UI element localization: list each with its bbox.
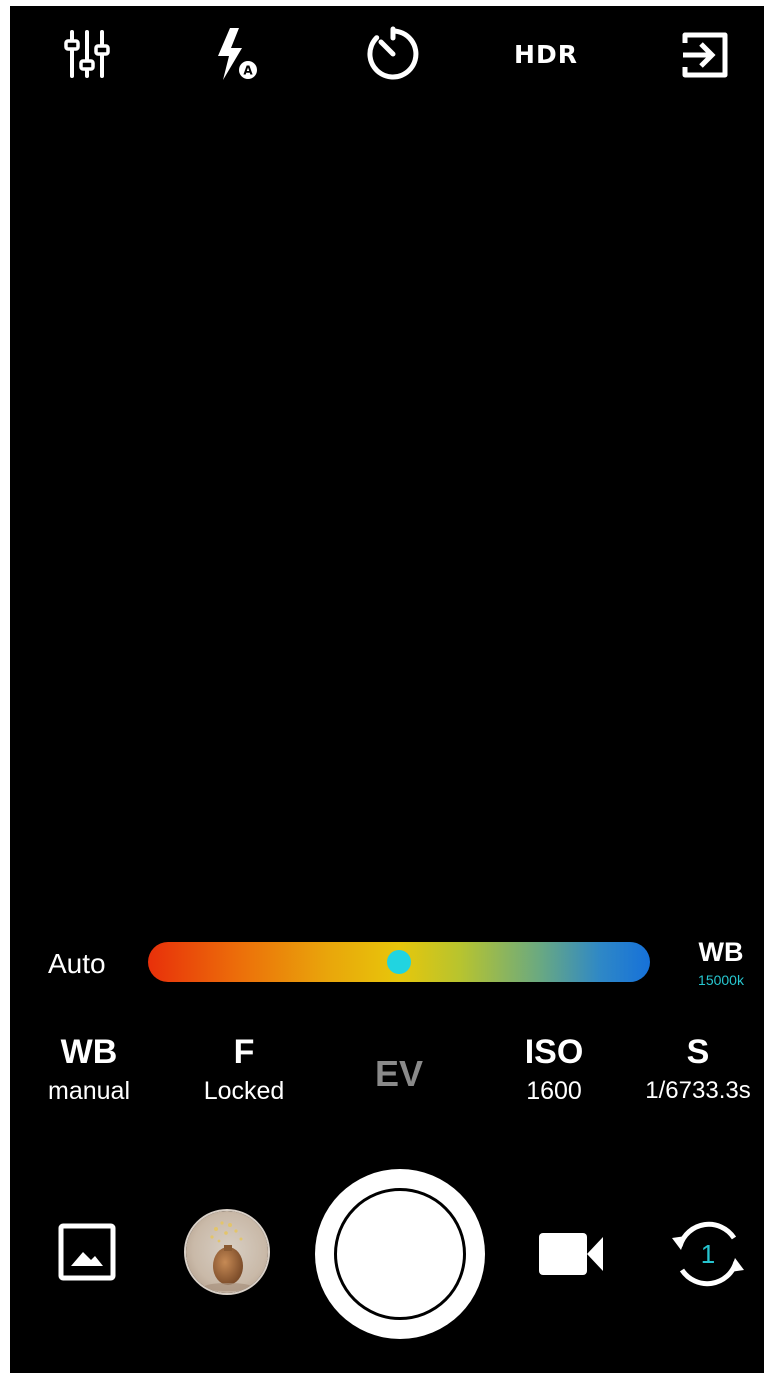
flash-auto-icon[interactable]: A xyxy=(207,24,267,84)
wb-readout-title: WB xyxy=(698,937,744,967)
param-iso[interactable]: ISO 1600 xyxy=(479,1031,629,1107)
param-wb-name: WB xyxy=(60,1033,118,1071)
shutter-button[interactable] xyxy=(315,1169,485,1339)
timer-icon[interactable] xyxy=(363,24,423,84)
wb-auto-button[interactable]: Auto xyxy=(48,948,106,980)
sliders-icon[interactable] xyxy=(57,24,117,84)
bottom-bar: 1 xyxy=(10,1166,764,1341)
wb-readout-value: 15000k xyxy=(698,972,744,988)
param-f[interactable]: F Locked xyxy=(169,1031,319,1107)
exit-icon[interactable] xyxy=(674,24,734,84)
param-wb[interactable]: WB manual xyxy=(14,1031,164,1107)
video-camera-icon[interactable] xyxy=(536,1226,606,1282)
hdr-label: HDR xyxy=(514,39,578,69)
param-s-value: 1/6733.3s xyxy=(645,1077,751,1104)
param-f-value: Locked xyxy=(203,1077,285,1105)
param-ev[interactable]: EV xyxy=(349,1053,449,1095)
param-wb-value: manual xyxy=(48,1077,130,1105)
camera-number: 1 xyxy=(700,1238,716,1269)
param-iso-value: 1600 xyxy=(526,1077,582,1105)
wb-temperature-slider[interactable] xyxy=(148,942,650,982)
manual-params-row: WB manual F Locked EV ISO 1600 S 1/6733.… xyxy=(10,1031,764,1121)
hdr-toggle[interactable]: HDR xyxy=(514,24,578,84)
param-f-name: F xyxy=(233,1033,255,1071)
white-balance-row: Auto WB 15000k xyxy=(10,931,764,1001)
param-shutter-speed[interactable]: S 1/6733.3s xyxy=(632,1031,764,1107)
switch-camera-icon[interactable]: 1 xyxy=(666,1212,750,1296)
camera-screen: A HDR Auto WB 15000k WB manual F Locked … xyxy=(10,6,764,1373)
top-bar: A HDR xyxy=(10,6,764,106)
svg-text:A: A xyxy=(243,64,253,78)
wb-readout: WB 15000k xyxy=(686,937,756,988)
last-photo-thumbnail[interactable] xyxy=(184,1209,270,1295)
shutter-inner-ring xyxy=(334,1188,466,1320)
param-s-name: S xyxy=(686,1033,710,1071)
image-icon[interactable] xyxy=(54,1219,120,1285)
param-iso-name: ISO xyxy=(524,1033,584,1071)
wb-slider-thumb[interactable] xyxy=(387,950,411,974)
photo-preview xyxy=(186,1211,268,1293)
